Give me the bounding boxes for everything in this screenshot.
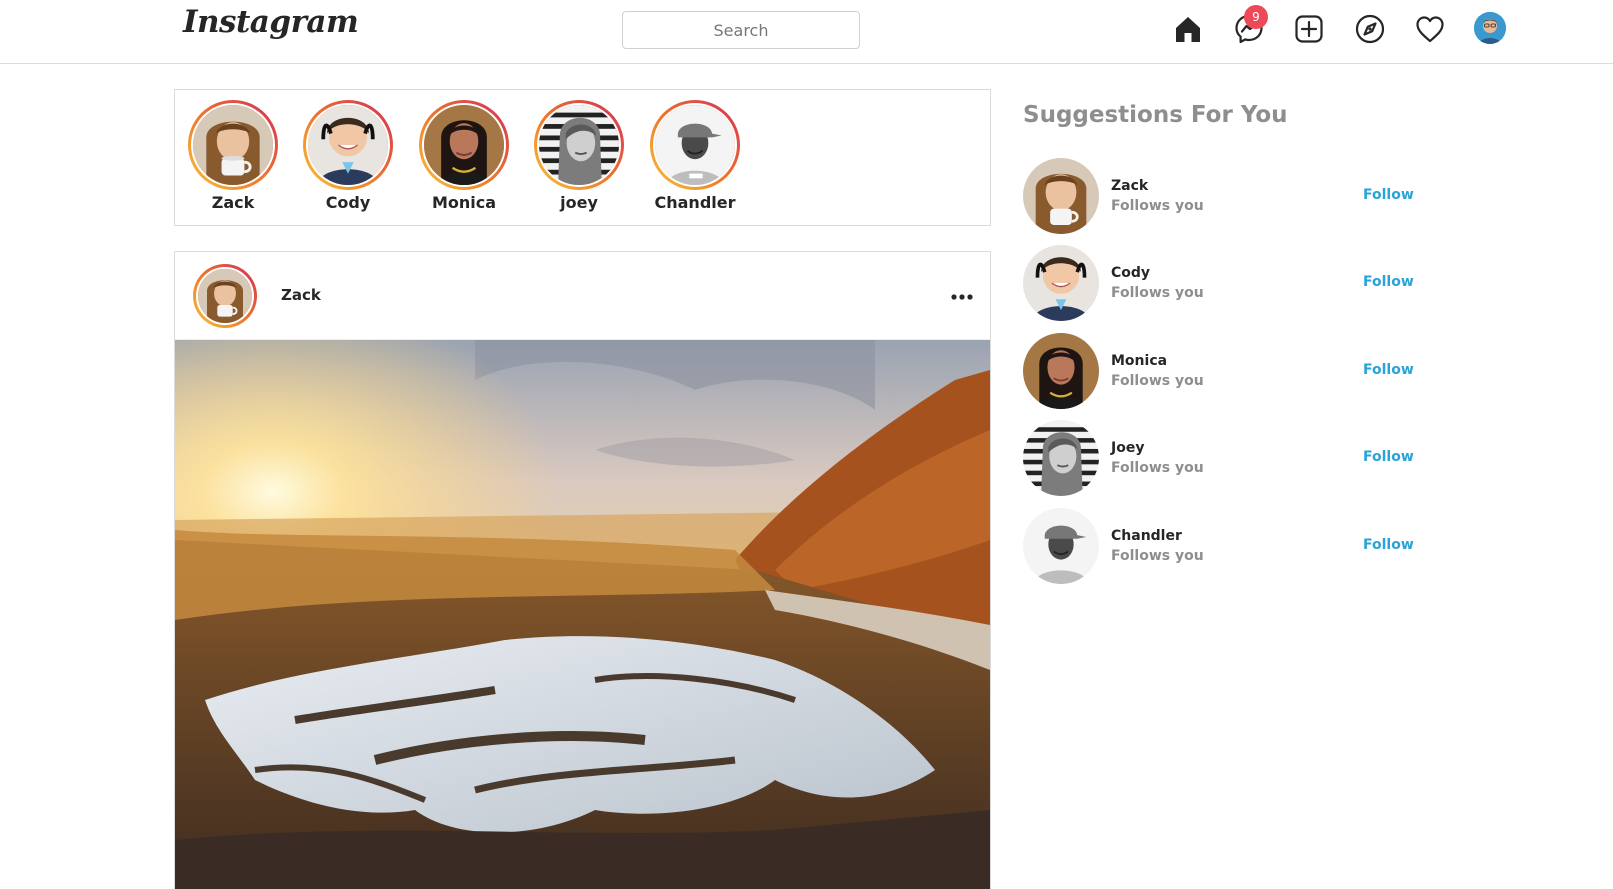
feed-post: Zack [174,251,991,889]
suggestion-username[interactable]: Joey [1111,440,1144,456]
suggestion-subtitle: Follows you [1111,548,1204,564]
suggestions-heading: Suggestions For You [1023,102,1288,128]
suggestion-subtitle: Follows you [1111,460,1204,476]
story-avatar [537,103,621,187]
suggestion-avatar[interactable] [1023,245,1099,321]
suggestion-username[interactable]: Cody [1111,265,1150,281]
post-author-username[interactable]: Zack [281,286,321,304]
profile-avatar[interactable] [1474,12,1506,44]
post-header: Zack [175,252,990,340]
search-input[interactable] [622,11,860,49]
follow-button[interactable]: Follow [1363,187,1414,203]
suggestion-avatar[interactable] [1023,420,1099,496]
suggestion-subtitle: Follows you [1111,285,1204,301]
suggestion-item: Monica Follows you Follow [1023,333,1414,409]
suggestion-avatar[interactable] [1023,158,1099,234]
suggestion-item: Joey Follows you Follow [1023,420,1414,496]
story-joey[interactable]: joey [524,100,634,212]
instagram-logo[interactable]: Instagram [183,4,359,40]
follow-button[interactable]: Follow [1363,449,1414,465]
top-navigation-bar: Instagram 9 [0,0,1613,64]
suggestion-item: Cody Follows you Follow [1023,245,1414,321]
suggestion-item: Chandler Follows you Follow [1023,508,1414,584]
story-zack[interactable]: Zack [178,100,288,212]
story-chandler[interactable]: Chandler [640,100,750,212]
stories-tray: Zack Cody Monica joey Chandler [174,89,991,226]
story-avatar [653,103,737,187]
story-username: Monica [431,193,497,212]
home-icon[interactable] [1172,13,1204,45]
suggestion-subtitle: Follows you [1111,373,1204,389]
suggestion-username[interactable]: Chandler [1111,528,1182,544]
follow-button[interactable]: Follow [1363,362,1414,378]
suggestion-avatar[interactable] [1023,333,1099,409]
messages-count-badge: 9 [1244,5,1268,29]
follow-button[interactable]: Follow [1363,537,1414,553]
follow-button[interactable]: Follow [1363,274,1414,290]
story-username: Zack [211,193,255,212]
suggestion-item: Zack Follows you Follow [1023,158,1414,234]
suggestion-avatar[interactable] [1023,508,1099,584]
suggestion-username[interactable]: Monica [1111,353,1167,369]
story-monica[interactable]: Monica [409,100,519,212]
story-username: joey [560,193,598,212]
suggestion-subtitle: Follows you [1111,198,1204,214]
story-avatar [306,103,390,187]
story-username: Cody [325,193,371,212]
suggestion-username[interactable]: Zack [1111,178,1148,194]
post-author-avatar[interactable] [193,264,257,328]
story-cody[interactable]: Cody [293,100,403,212]
post-photo[interactable] [175,340,990,889]
story-avatar [422,103,506,187]
story-avatar [191,103,275,187]
more-options-icon[interactable] [949,286,975,308]
explore-icon[interactable] [1354,13,1386,45]
story-username: Chandler [654,193,736,212]
new-post-icon[interactable] [1293,13,1325,45]
activity-heart-icon[interactable] [1414,13,1446,45]
